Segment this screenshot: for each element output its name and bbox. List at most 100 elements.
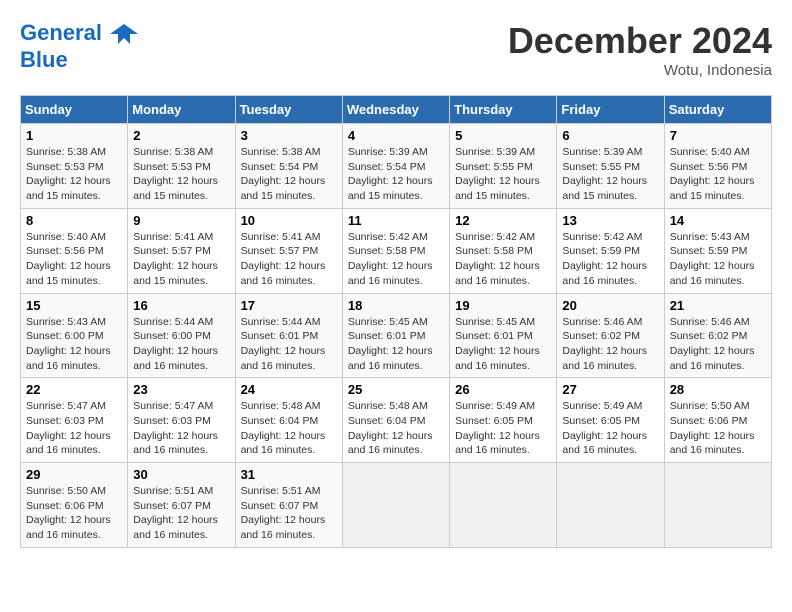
day-info: Sunrise: 5:42 AMSunset: 5:58 PMDaylight:… [455,230,551,289]
col-header-saturday: Saturday [664,96,771,124]
calendar-cell: 5 Sunrise: 5:39 AMSunset: 5:55 PMDaylight… [450,124,557,209]
day-number: 20 [562,298,658,313]
col-header-friday: Friday [557,96,664,124]
day-number: 24 [241,382,337,397]
calendar-cell [557,463,664,548]
calendar-cell: 3 Sunrise: 5:38 AMSunset: 5:54 PMDaylight… [235,124,342,209]
calendar-cell: 12 Sunrise: 5:42 AMSunset: 5:58 PMDayligh… [450,208,557,293]
month-title: December 2024 [508,20,772,62]
calendar-cell: 24 Sunrise: 5:48 AMSunset: 6:04 PMDayligh… [235,378,342,463]
calendar-cell: 22 Sunrise: 5:47 AMSunset: 6:03 PMDayligh… [21,378,128,463]
day-info: Sunrise: 5:44 AMSunset: 6:00 PMDaylight:… [133,315,229,374]
col-header-thursday: Thursday [450,96,557,124]
day-info: Sunrise: 5:39 AMSunset: 5:55 PMDaylight:… [455,145,551,204]
day-number: 29 [26,467,122,482]
day-number: 12 [455,213,551,228]
calendar-cell: 9 Sunrise: 5:41 AMSunset: 5:57 PMDaylight… [128,208,235,293]
col-header-sunday: Sunday [21,96,128,124]
calendar-cell: 31Sunrise: 5:51 AMSunset: 6:07 PMDayligh… [235,463,342,548]
day-info: Sunrise: 5:50 AMSunset: 6:06 PMDaylight:… [670,399,766,458]
day-info: Sunrise: 5:40 AMSunset: 5:56 PMDaylight:… [670,145,766,204]
day-number: 17 [241,298,337,313]
location: Wotu, Indonesia [508,62,772,79]
page-header: General Blue December 2024 Wotu, Indones… [20,20,772,79]
title-block: December 2024 Wotu, Indonesia [508,20,772,79]
calendar-table: SundayMondayTuesdayWednesdayThursdayFrid… [20,95,772,548]
day-number: 21 [670,298,766,313]
calendar-cell: 29 Sunrise: 5:50 AMSunset: 6:06 PMDayligh… [21,463,128,548]
logo: General Blue [20,20,138,72]
day-info: Sunrise: 5:50 AMSunset: 6:06 PMDaylight:… [26,484,122,543]
calendar-week-row: 8 Sunrise: 5:40 AMSunset: 5:56 PMDaylight… [21,208,772,293]
day-number: 7 [670,128,766,143]
day-number: 30 [133,467,229,482]
day-info: Sunrise: 5:44 AMSunset: 6:01 PMDaylight:… [241,315,337,374]
day-number: 25 [348,382,444,397]
calendar-week-row: 22 Sunrise: 5:47 AMSunset: 6:03 PMDayligh… [21,378,772,463]
day-number: 2 [133,128,229,143]
day-info: Sunrise: 5:43 AMSunset: 6:00 PMDaylight:… [26,315,122,374]
day-info: Sunrise: 5:38 AMSunset: 5:53 PMDaylight:… [26,145,122,204]
day-info: Sunrise: 5:42 AMSunset: 5:58 PMDaylight:… [348,230,444,289]
day-info: Sunrise: 5:45 AMSunset: 6:01 PMDaylight:… [348,315,444,374]
day-number: 26 [455,382,551,397]
day-number: 18 [348,298,444,313]
calendar-cell: 8 Sunrise: 5:40 AMSunset: 5:56 PMDaylight… [21,208,128,293]
day-number: 28 [670,382,766,397]
calendar-cell: 25 Sunrise: 5:48 AMSunset: 6:04 PMDayligh… [342,378,449,463]
day-info: Sunrise: 5:39 AMSunset: 5:54 PMDaylight:… [348,145,444,204]
calendar-cell [664,463,771,548]
calendar-cell: 2 Sunrise: 5:38 AMSunset: 5:53 PMDaylight… [128,124,235,209]
day-number: 9 [133,213,229,228]
calendar-cell: 15Sunrise: 5:43 AMSunset: 6:00 PMDayligh… [21,293,128,378]
day-info: Sunrise: 5:47 AMSunset: 6:03 PMDaylight:… [26,399,122,458]
day-number: 27 [562,382,658,397]
day-number: 10 [241,213,337,228]
day-info: Sunrise: 5:51 AMSunset: 6:07 PMDaylight:… [241,484,337,543]
calendar-cell: 7 Sunrise: 5:40 AMSunset: 5:56 PMDaylight… [664,124,771,209]
day-info: Sunrise: 5:39 AMSunset: 5:55 PMDaylight:… [562,145,658,204]
day-info: Sunrise: 5:46 AMSunset: 6:02 PMDaylight:… [670,315,766,374]
calendar-cell: 1 Sunrise: 5:38 AMSunset: 5:53 PMDaylight… [21,124,128,209]
calendar-cell: 26 Sunrise: 5:49 AMSunset: 6:05 PMDayligh… [450,378,557,463]
calendar-week-row: 29 Sunrise: 5:50 AMSunset: 6:06 PMDayligh… [21,463,772,548]
day-info: Sunrise: 5:41 AMSunset: 5:57 PMDaylight:… [133,230,229,289]
calendar-cell: 19Sunrise: 5:45 AMSunset: 6:01 PMDayligh… [450,293,557,378]
calendar-cell: 14Sunrise: 5:43 AMSunset: 5:59 PMDayligh… [664,208,771,293]
calendar-cell: 13Sunrise: 5:42 AMSunset: 5:59 PMDayligh… [557,208,664,293]
logo-bird-icon [110,20,138,48]
day-info: Sunrise: 5:42 AMSunset: 5:59 PMDaylight:… [562,230,658,289]
calendar-cell: 28 Sunrise: 5:50 AMSunset: 6:06 PMDayligh… [664,378,771,463]
calendar-cell: 18 Sunrise: 5:45 AMSunset: 6:01 PMDayligh… [342,293,449,378]
day-number: 4 [348,128,444,143]
day-info: Sunrise: 5:48 AMSunset: 6:04 PMDaylight:… [348,399,444,458]
calendar-week-row: 1 Sunrise: 5:38 AMSunset: 5:53 PMDaylight… [21,124,772,209]
day-number: 22 [26,382,122,397]
logo-blue: Blue [20,47,68,72]
day-number: 16 [133,298,229,313]
day-info: Sunrise: 5:51 AMSunset: 6:07 PMDaylight:… [133,484,229,543]
calendar-cell: 23Sunrise: 5:47 AMSunset: 6:03 PMDayligh… [128,378,235,463]
logo-general: General [20,20,102,45]
day-info: Sunrise: 5:49 AMSunset: 6:05 PMDaylight:… [455,399,551,458]
day-number: 8 [26,213,122,228]
day-info: Sunrise: 5:38 AMSunset: 5:54 PMDaylight:… [241,145,337,204]
calendar-cell: 27Sunrise: 5:49 AMSunset: 6:05 PMDayligh… [557,378,664,463]
calendar-cell: 20Sunrise: 5:46 AMSunset: 6:02 PMDayligh… [557,293,664,378]
day-info: Sunrise: 5:48 AMSunset: 6:04 PMDaylight:… [241,399,337,458]
calendar-cell: 17 Sunrise: 5:44 AMSunset: 6:01 PMDayligh… [235,293,342,378]
day-info: Sunrise: 5:40 AMSunset: 5:56 PMDaylight:… [26,230,122,289]
day-number: 23 [133,382,229,397]
calendar-header-row: SundayMondayTuesdayWednesdayThursdayFrid… [21,96,772,124]
calendar-cell [342,463,449,548]
day-number: 5 [455,128,551,143]
calendar-cell: 21 Sunrise: 5:46 AMSunset: 6:02 PMDayligh… [664,293,771,378]
col-header-monday: Monday [128,96,235,124]
day-info: Sunrise: 5:41 AMSunset: 5:57 PMDaylight:… [241,230,337,289]
day-info: Sunrise: 5:38 AMSunset: 5:53 PMDaylight:… [133,145,229,204]
day-number: 14 [670,213,766,228]
day-number: 11 [348,213,444,228]
day-number: 1 [26,128,122,143]
day-number: 3 [241,128,337,143]
calendar-cell: 6Sunrise: 5:39 AMSunset: 5:55 PMDaylight… [557,124,664,209]
